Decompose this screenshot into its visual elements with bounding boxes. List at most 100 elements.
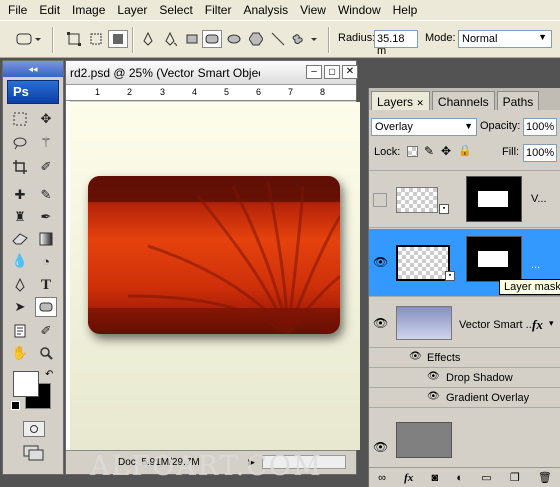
effect-item[interactable]: 👁 Gradient Overlay	[369, 389, 560, 408]
eyedropper-tool-icon[interactable]: ✐	[35, 157, 57, 177]
shape-layers-icon[interactable]	[64, 30, 84, 48]
menu-analysis[interactable]: Analysis	[237, 3, 294, 17]
zoom-tool-icon[interactable]	[35, 343, 57, 363]
link-icon[interactable]: ▪	[445, 271, 455, 281]
link-layers-icon[interactable]: ∞	[378, 472, 386, 484]
lock-image-icon[interactable]: ✎	[424, 144, 434, 158]
layer-name[interactable]: ...	[531, 259, 540, 271]
path-selection-tool-icon[interactable]: ➤	[9, 297, 31, 317]
move-tool-icon[interactable]: ✥	[35, 109, 57, 129]
trash-icon[interactable]: 🗑	[538, 471, 552, 484]
pen-tool-icon[interactable]	[138, 30, 158, 48]
layer-name[interactable]: V...	[531, 193, 547, 205]
tab-channels[interactable]: Channels	[431, 91, 495, 110]
visibility-toggle[interactable]	[373, 193, 387, 207]
layer-thumbnail[interactable]	[396, 422, 452, 458]
layer-name[interactable]: Vector Smart ...	[459, 319, 535, 331]
crop-tool-icon[interactable]	[9, 157, 31, 177]
layer-thumbnail[interactable]	[396, 245, 450, 281]
lock-transparent-icon[interactable]	[407, 146, 418, 157]
menu-edit[interactable]: Edit	[33, 3, 66, 17]
lasso-tool-icon[interactable]	[9, 133, 31, 153]
screen-mode-icon[interactable]	[23, 445, 45, 461]
eye-icon[interactable]: 👁	[427, 391, 440, 402]
effects-row[interactable]: 👁 Effects	[369, 349, 560, 368]
gradient-tool-icon[interactable]	[35, 229, 57, 249]
mode-select[interactable]: Normal ▼	[458, 30, 552, 48]
add-mask-icon[interactable]: ◙	[432, 472, 439, 484]
eraser-tool-icon[interactable]	[9, 229, 31, 249]
hand-tool-icon[interactable]: ✋	[9, 343, 31, 363]
menu-select[interactable]: Select	[153, 3, 198, 17]
maximize-button[interactable]: ▢	[324, 65, 340, 79]
tools-panel-grip[interactable]: ◂◂	[3, 61, 63, 77]
link-icon[interactable]: ▪	[439, 204, 449, 214]
type-tool-icon[interactable]: T	[35, 275, 57, 295]
layer-row[interactable]: ▪ V...	[369, 170, 560, 228]
menu-window[interactable]: Window	[332, 3, 387, 17]
notes-tool-icon[interactable]	[9, 321, 31, 341]
lock-all-icon[interactable]: 🔒	[458, 144, 472, 157]
rounded-rectangle-tool-icon[interactable]	[35, 297, 57, 317]
brush-tool-icon[interactable]: ✎	[35, 185, 57, 205]
healing-brush-tool-icon[interactable]: ✚	[9, 185, 31, 205]
opacity-input[interactable]: 100%	[523, 118, 557, 136]
rectangle-icon[interactable]	[182, 30, 202, 48]
minimize-button[interactable]: –	[306, 65, 322, 79]
close-icon[interactable]: ✕	[416, 98, 424, 108]
custom-shape-icon[interactable]	[290, 30, 320, 48]
fill-pixels-icon[interactable]	[108, 30, 128, 48]
menu-image[interactable]: Image	[66, 3, 111, 17]
layer-mask-thumbnail[interactable]	[466, 236, 522, 282]
close-button[interactable]: ✕	[342, 65, 358, 79]
dodge-tool-icon[interactable]: ◔	[35, 251, 57, 271]
line-icon[interactable]	[268, 30, 288, 48]
polygon-icon[interactable]	[246, 30, 266, 48]
effect-item[interactable]: 👁 Drop Shadow	[369, 369, 560, 388]
layer-row-selected[interactable]: 👁 ▪ ... Layer mask	[369, 229, 560, 297]
marquee-tool-icon[interactable]	[9, 109, 31, 129]
tool-preset-picker[interactable]	[14, 30, 44, 48]
layer-mask-thumbnail[interactable]	[466, 176, 522, 222]
ellipse-icon[interactable]	[224, 30, 244, 48]
fx-icon[interactable]: fx	[532, 317, 543, 333]
lock-position-icon[interactable]: ✥	[441, 144, 451, 158]
layer-thumbnail[interactable]	[396, 306, 452, 340]
document-canvas[interactable]	[70, 102, 360, 450]
default-colors-icon[interactable]	[11, 401, 20, 410]
paths-icon[interactable]	[86, 30, 106, 48]
eyedropper-icon[interactable]: ✐	[35, 321, 57, 341]
new-group-icon[interactable]: ▭	[481, 471, 491, 484]
menu-filter[interactable]: Filter	[199, 3, 238, 17]
clone-stamp-tool-icon[interactable]: ♜	[9, 207, 31, 227]
history-brush-tool-icon[interactable]: ✒	[35, 207, 57, 227]
tab-layers[interactable]: Layers ✕	[371, 91, 430, 110]
menu-help[interactable]: Help	[387, 3, 424, 17]
layer-row[interactable]: 👁 Vector Smart ... fx ▾	[369, 298, 560, 348]
document-titlebar[interactable]: rd2.psd @ 25% (Vector Smart Object, RGB/…	[66, 61, 358, 85]
new-layer-icon[interactable]: ❐	[510, 471, 520, 484]
eye-icon[interactable]: 👁	[373, 316, 388, 330]
blur-tool-icon[interactable]: 💧	[9, 251, 31, 271]
fill-input[interactable]: 100%	[523, 144, 557, 162]
swap-colors-icon[interactable]: ↶	[45, 369, 53, 380]
pen-tool-icon[interactable]	[9, 275, 31, 295]
eye-icon[interactable]: 👁	[373, 440, 388, 454]
quick-mask-icon[interactable]	[23, 421, 45, 437]
eye-icon[interactable]: 👁	[373, 255, 388, 269]
radius-input[interactable]: 35.18 m	[374, 30, 418, 57]
menu-file[interactable]: File	[2, 3, 33, 17]
adjustment-layer-icon[interactable]: ◐	[456, 472, 463, 484]
eye-icon[interactable]: 👁	[409, 351, 422, 362]
expand-arrow-icon[interactable]: ▾	[549, 318, 554, 329]
tab-paths[interactable]: Paths	[496, 91, 540, 110]
magic-wand-tool-icon[interactable]: ⚚	[35, 133, 57, 153]
menu-layer[interactable]: Layer	[111, 3, 153, 17]
foreground-color-overlay[interactable]	[13, 371, 39, 397]
rounded-rectangle-icon[interactable]	[202, 30, 222, 48]
layer-row[interactable]: 👁	[369, 416, 560, 468]
blend-mode-select[interactable]: Overlay ▼	[371, 118, 477, 136]
freeform-pen-icon[interactable]	[160, 30, 180, 48]
add-style-icon[interactable]: fx	[404, 472, 413, 484]
layer-thumbnail[interactable]	[396, 187, 438, 213]
